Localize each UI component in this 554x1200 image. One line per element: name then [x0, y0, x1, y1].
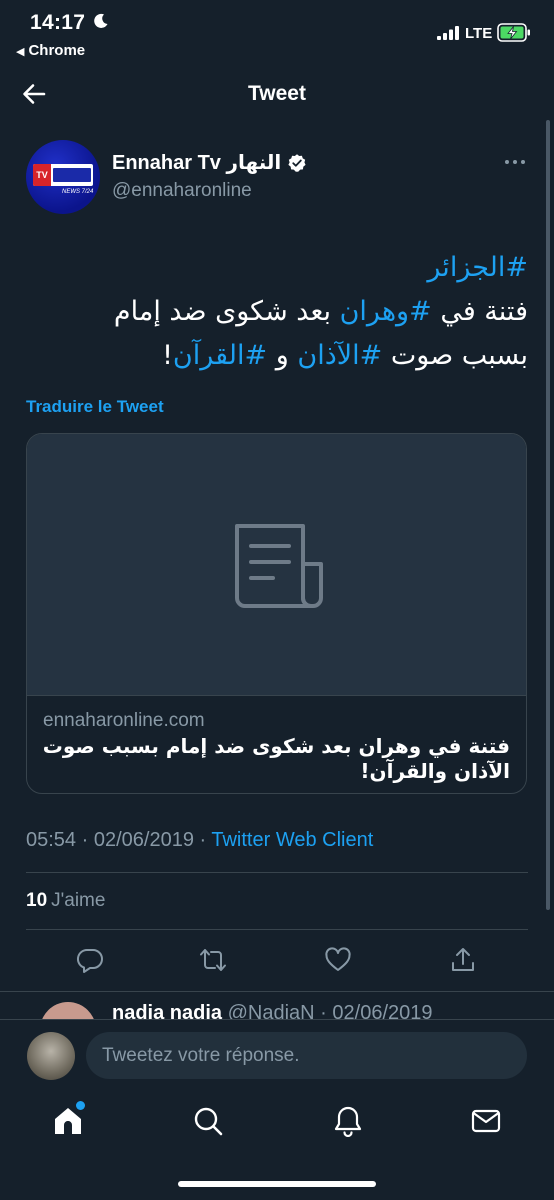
tweet-text-segment: بسبب صوت: [382, 340, 528, 371]
card-media-placeholder: [27, 434, 526, 696]
hashtag-link[interactable]: #الجزائر: [427, 252, 528, 283]
nav-header: Tweet: [0, 68, 554, 124]
reply-icon[interactable]: [76, 946, 104, 974]
network-type: LTE: [465, 25, 493, 42]
tweet-text-segment: بعد شكوى ضد إمام: [113, 296, 340, 327]
scrollbar[interactable]: [546, 120, 550, 910]
card-title-line: فتنة في وهران بعد شكوى ضد إمام بسبب صوت: [42, 734, 510, 758]
retweet-icon[interactable]: [199, 946, 227, 974]
logo-arabic-mark: [53, 168, 91, 182]
likes-label: J'aime: [51, 890, 106, 911]
divider: [26, 929, 528, 930]
tweet-text-segment: !: [162, 340, 173, 371]
card-title-line: الآذان والقرآن!: [360, 759, 510, 783]
author-name-text: Ennahar Tv النهار: [112, 152, 282, 174]
back-to-app-link[interactable]: ◀ Chrome: [16, 42, 85, 59]
meta-separator: ·: [76, 829, 94, 851]
hashtag-link[interactable]: #القرآن: [173, 340, 267, 371]
tweet-text-segment: و: [267, 340, 298, 371]
likes-count: 10: [26, 890, 48, 911]
status-bar: 14:17 ◀ Chrome LTE: [0, 0, 554, 68]
card-title: فتنة في وهران بعد شكوى ضد إمام بسبب صوت …: [43, 734, 510, 784]
moon-icon: [94, 13, 108, 28]
logo-subtitle: NEWS 7/24: [62, 189, 94, 195]
translate-tweet-link[interactable]: Traduire le Tweet: [26, 397, 164, 417]
search-icon[interactable]: [192, 1105, 224, 1137]
home-notification-dot: [76, 1101, 85, 1110]
tweet-line-2: فتنة في #وهران بعد شكوى ضد إمام: [26, 290, 528, 334]
likes-stat[interactable]: 10 J'aime: [26, 890, 105, 912]
reply-author: nadia nadia @NadiaN · 02/06/2019: [112, 1002, 433, 1020]
back-app-label: Chrome: [28, 42, 86, 59]
divider: [26, 872, 528, 873]
tweet-text-segment: فتنة في: [431, 296, 528, 327]
tweet-client-link[interactable]: Twitter Web Client: [211, 829, 373, 851]
page-title: Tweet: [248, 82, 306, 105]
tweet-time: 05:54: [26, 829, 77, 851]
home-indicator: [178, 1181, 376, 1187]
reply-date: 02/06/2019: [332, 1002, 433, 1020]
more-options-icon[interactable]: [503, 152, 527, 172]
share-icon[interactable]: [449, 946, 477, 974]
tweet-line-1: #الجزائر: [26, 246, 528, 290]
reply-avatar: [40, 1002, 96, 1020]
document-icon: [235, 524, 323, 608]
reply-input[interactable]: [86, 1032, 527, 1079]
user-avatar[interactable]: [27, 1032, 75, 1080]
verified-badge-icon: [288, 153, 306, 172]
status-time: 14:17: [30, 11, 86, 34]
messages-icon[interactable]: [470, 1105, 502, 1137]
author-handle[interactable]: @ennaharonline: [112, 180, 252, 202]
tweet-text: #الجزائر فتنة في #وهران بعد شكوى ضد إمام…: [26, 246, 528, 378]
meta-separator: ·: [193, 829, 212, 851]
reply-author-handle: @NadiaN: [227, 1002, 315, 1020]
hashtag-link[interactable]: #وهران: [340, 296, 432, 327]
card-domain: ennaharonline.com: [43, 710, 205, 731]
reply-author-name: nadia nadia: [112, 1002, 223, 1020]
heart-icon[interactable]: [324, 946, 352, 974]
signal-icon: [437, 26, 459, 40]
tweet-date: 02/06/2019: [93, 829, 194, 851]
logo-tv-badge: TV: [33, 164, 51, 186]
tweet-meta: 05:54 · 02/06/2019 · Twitter Web Client: [26, 829, 373, 852]
notifications-icon[interactable]: [332, 1105, 364, 1137]
author-avatar[interactable]: TV NEWS 7/24: [26, 140, 100, 214]
hashtag-link[interactable]: #الآذان: [297, 340, 382, 371]
reply-composer: [0, 1019, 554, 1091]
link-card[interactable]: ennaharonline.com فتنة في وهران بعد شكوى…: [26, 433, 527, 794]
battery-charging-icon: [497, 23, 530, 42]
divider: [0, 991, 554, 992]
tweet-line-3: بسبب صوت #الآذان و #القرآن!: [26, 334, 528, 378]
reply-preview[interactable]: nadia nadia @NadiaN · 02/06/2019: [0, 994, 554, 1020]
back-triangle-icon: ◀: [16, 46, 25, 58]
reply-separator: ·: [314, 1002, 333, 1020]
author-display-name[interactable]: Ennahar Tv النهار: [112, 150, 307, 175]
